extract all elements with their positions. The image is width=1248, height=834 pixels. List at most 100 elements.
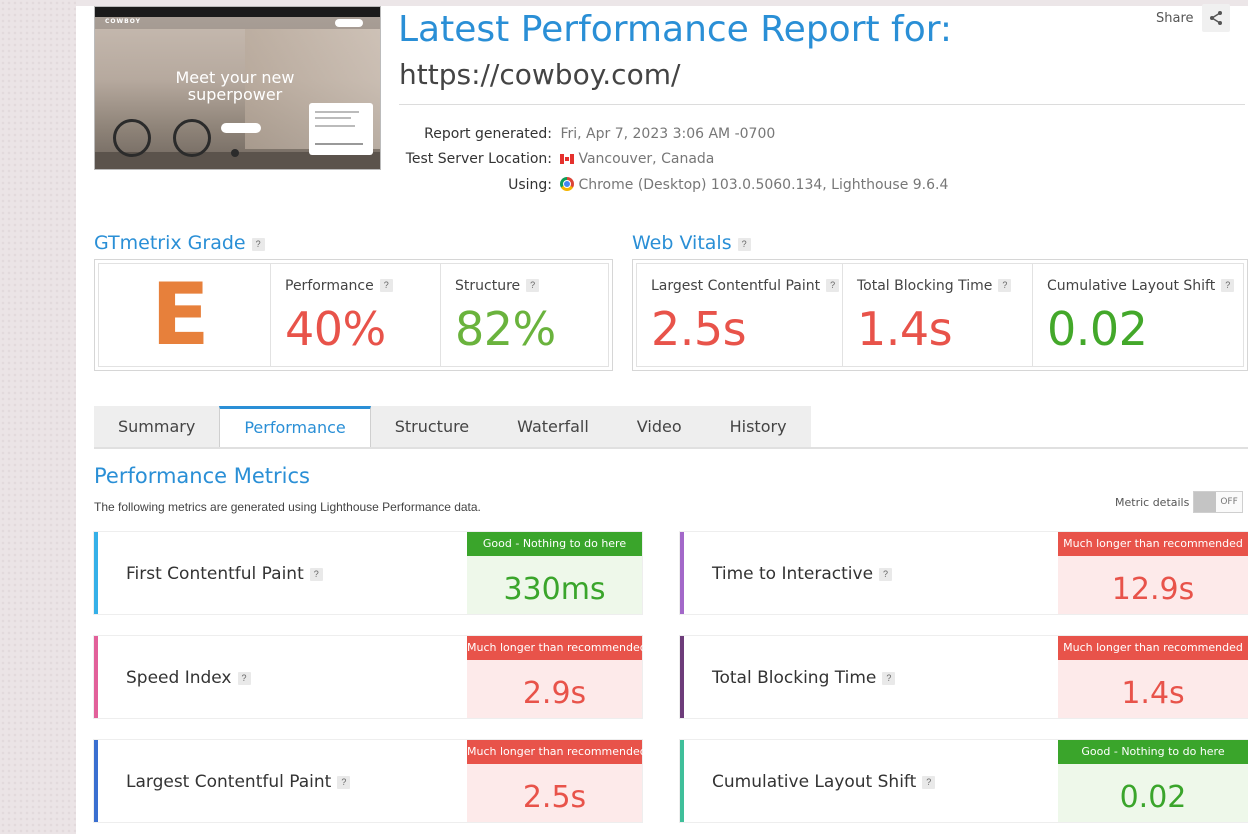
share-icon xyxy=(1209,11,1222,25)
metric-accent-bar xyxy=(94,740,98,822)
metric-badge: Good - Nothing to do here 330ms xyxy=(467,532,642,614)
gtmetrix-grade-label: GTmetrix Grade xyxy=(94,232,246,254)
metric-value: 2.5s xyxy=(522,780,587,815)
help-icon[interactable]: ? xyxy=(309,568,323,581)
metric-details-toggle[interactable]: Metric details OFF xyxy=(1115,491,1244,513)
vital-tbt-value: 1.4s xyxy=(857,302,953,356)
metric-card-speed-index: Speed Index? Much longer than recommende… xyxy=(94,636,647,718)
metric-status: Much longer than recommended xyxy=(1058,532,1248,556)
metric-name: First Contentful Paint xyxy=(126,564,304,584)
metric-value: 330ms xyxy=(503,572,606,607)
vital-cls-label-wrap: Cumulative Layout Shift? xyxy=(1047,278,1235,294)
metric-card-total-blocking-time: Total Blocking Time? Much longer than re… xyxy=(680,636,1248,718)
help-icon[interactable]: ? xyxy=(379,279,393,292)
page-title: Latest Performance Report for: xyxy=(398,9,953,50)
vital-lcp-label-wrap: Largest Contentful Paint? xyxy=(651,278,840,294)
toggle-state-label: OFF xyxy=(1220,497,1238,507)
thumbnail-card-line xyxy=(315,125,355,127)
help-icon[interactable]: ? xyxy=(1221,279,1235,292)
using-value-wrap: Chrome (Desktop) 103.0.5060.134, Lightho… xyxy=(560,177,948,193)
structure-score-label-wrap: Structure? xyxy=(455,278,540,294)
site-screenshot-thumbnail[interactable]: COWBOY Meet your new superpower xyxy=(94,6,381,170)
tab-waterfall[interactable]: Waterfall xyxy=(493,406,613,448)
vital-cls-cell: Cumulative Layout Shift? 0.02 xyxy=(1033,264,1243,366)
help-icon[interactable]: ? xyxy=(998,279,1012,292)
help-icon[interactable]: ? xyxy=(237,672,251,685)
metric-name-wrap: Largest Contentful Paint? xyxy=(126,772,351,792)
metric-badge: Much longer than recommended 1.4s xyxy=(1058,636,1248,718)
vital-cls-label: Cumulative Layout Shift xyxy=(1047,278,1216,294)
test-server-row: Test Server Location: Vancouver, Canada xyxy=(394,151,715,167)
thumbnail-card-line xyxy=(315,117,351,119)
vital-lcp-label: Largest Contentful Paint xyxy=(651,278,821,294)
help-icon[interactable]: ? xyxy=(879,568,893,581)
help-icon[interactable]: ? xyxy=(737,238,751,251)
metric-card-cumulative-layout-shift: Cumulative Layout Shift? Good - Nothing … xyxy=(680,740,1248,822)
test-server-label: Test Server Location: xyxy=(405,151,552,167)
report-tabs: Summary Performance Structure Waterfall … xyxy=(94,406,811,448)
report-url[interactable]: https://cowboy.com/ xyxy=(399,58,680,91)
tab-underline xyxy=(94,447,1248,449)
web-vitals-panel: Largest Contentful Paint? 2.5s Total Blo… xyxy=(632,259,1248,371)
metric-badge: Much longer than recommended 2.9s xyxy=(467,636,647,718)
gtmetrix-grade-panel: E Performance? 40% Structure? 82% xyxy=(94,259,613,371)
report-generated-label: Report generated: xyxy=(424,126,552,142)
metric-name-wrap: First Contentful Paint? xyxy=(126,564,323,584)
metric-details-switch[interactable]: OFF xyxy=(1193,491,1244,513)
metric-name: Speed Index xyxy=(126,668,232,688)
vitals-panel-inner: Largest Contentful Paint? 2.5s Total Blo… xyxy=(636,263,1244,367)
metric-card-largest-contentful-paint: Largest Contentful Paint? Much longer th… xyxy=(94,740,647,822)
chrome-icon xyxy=(560,177,575,191)
test-server-value-wrap: Vancouver, Canada xyxy=(560,151,714,167)
metric-status: Much longer than recommended xyxy=(467,740,647,764)
thumbnail-logo: COWBOY xyxy=(105,18,141,25)
performance-score-cell: Performance? 40% xyxy=(271,264,441,366)
metric-name: Cumulative Layout Shift xyxy=(712,772,917,792)
metric-status: Much longer than recommended xyxy=(1058,636,1248,660)
report-page: COWBOY Meet your new superpower Latest P… xyxy=(76,0,1248,834)
tab-summary[interactable]: Summary xyxy=(94,406,220,448)
help-icon[interactable]: ? xyxy=(826,279,840,292)
metric-badge: Good - Nothing to do here 0.02 xyxy=(1058,740,1248,822)
help-icon[interactable]: ? xyxy=(251,238,265,251)
divider xyxy=(399,104,1245,105)
metric-name: Total Blocking Time xyxy=(712,668,877,688)
help-icon[interactable]: ? xyxy=(337,776,351,789)
metric-status: Much longer than recommended xyxy=(467,636,647,660)
vital-cls-value: 0.02 xyxy=(1047,302,1148,356)
help-icon[interactable]: ? xyxy=(526,279,540,292)
vital-lcp-cell: Largest Contentful Paint? 2.5s xyxy=(637,264,843,366)
tab-history[interactable]: History xyxy=(705,406,811,448)
grade-letter: E xyxy=(151,265,210,365)
metric-name-wrap: Speed Index? xyxy=(126,668,251,688)
metric-name: Largest Contentful Paint xyxy=(126,772,332,792)
metric-accent-bar xyxy=(680,740,684,822)
vital-lcp-value: 2.5s xyxy=(651,302,747,356)
help-icon[interactable]: ? xyxy=(922,776,936,789)
help-icon[interactable]: ? xyxy=(882,672,896,685)
thumbnail-cta-button xyxy=(221,123,261,133)
using-label: Using: xyxy=(508,177,552,193)
metric-value: 2.9s xyxy=(522,676,587,711)
share-control[interactable]: Share xyxy=(1156,4,1230,32)
tab-performance[interactable]: Performance xyxy=(219,406,371,448)
grade-panel-inner: E Performance? 40% Structure? 82% xyxy=(98,263,609,367)
web-vitals-label: Web Vitals xyxy=(632,232,732,254)
metric-accent-bar xyxy=(680,636,684,718)
thumbnail-card-line xyxy=(315,111,359,113)
metric-card-time-to-interactive: Time to Interactive? Much longer than re… xyxy=(680,532,1248,614)
vital-tbt-label: Total Blocking Time xyxy=(857,278,993,294)
grade-letter-cell: E xyxy=(99,264,271,366)
tab-structure[interactable]: Structure xyxy=(370,406,494,448)
thumbnail-headline: Meet your new superpower xyxy=(175,68,295,104)
report-generated-value: Fri, Apr 7, 2023 3:06 AM -0700 xyxy=(560,126,776,142)
share-button[interactable] xyxy=(1201,4,1230,32)
metric-name: Time to Interactive xyxy=(712,564,874,584)
tab-video[interactable]: Video xyxy=(612,406,706,448)
structure-score-label: Structure xyxy=(455,278,521,294)
metric-value: 12.9s xyxy=(1111,572,1195,607)
metric-value: 1.4s xyxy=(1121,676,1185,711)
thumbnail-bike-wheel xyxy=(173,119,211,157)
metric-status: Good - Nothing to do here xyxy=(467,532,642,556)
metric-name-wrap: Total Blocking Time? xyxy=(712,668,896,688)
